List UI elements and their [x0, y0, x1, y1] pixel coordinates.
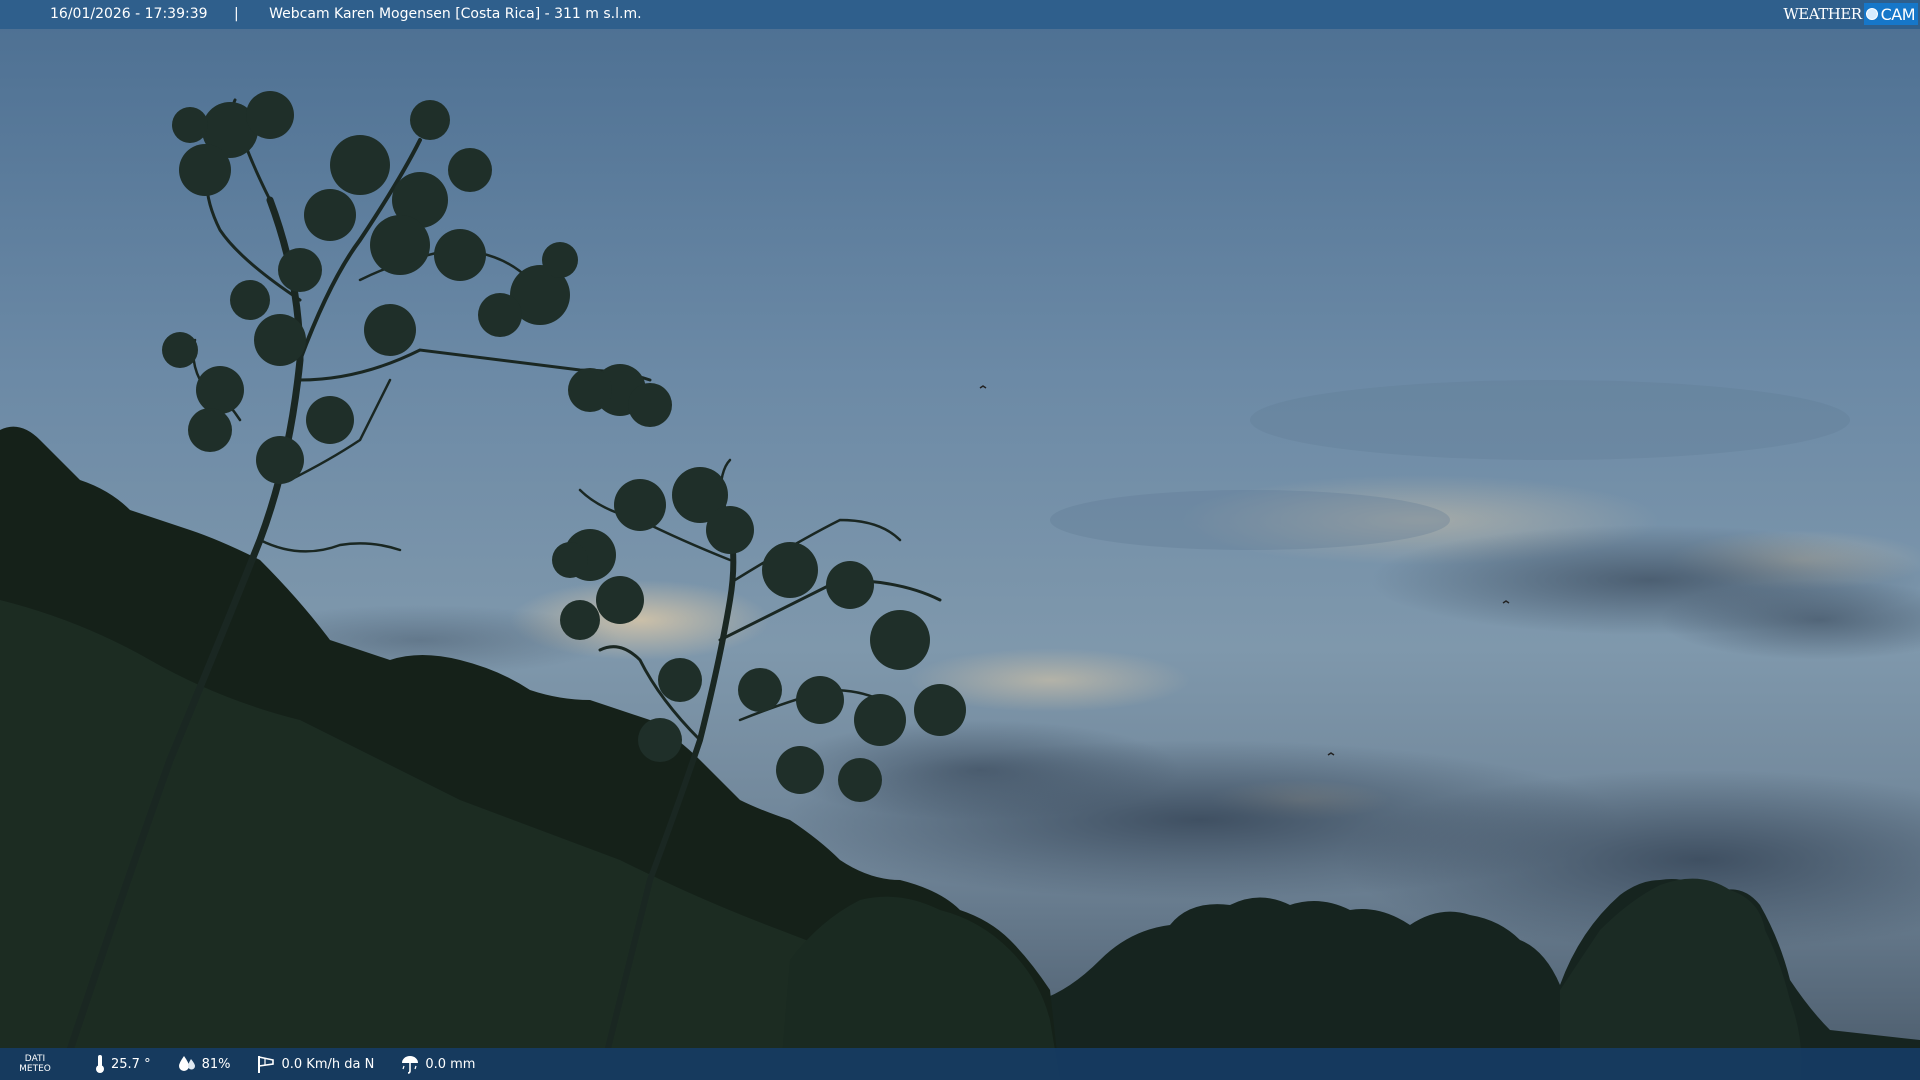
windsock-icon	[258, 1056, 275, 1073]
wind-value: 0.0 Km/h da N	[281, 1056, 375, 1072]
dati-label-line1: DATI	[24, 1054, 46, 1064]
logo-badge: CAM	[1863, 3, 1918, 25]
dati-meteo-label: DATI METEO	[18, 1054, 52, 1074]
rain-reading: 0.0 mm	[400, 1054, 475, 1074]
temperature-reading: 25.7 °	[94, 1054, 151, 1074]
separator: |	[233, 6, 239, 22]
weathercam-logo: WEATHER CAM	[1783, 3, 1918, 25]
temperature-value: 25.7 °	[111, 1056, 151, 1072]
webcam-image	[0, 0, 1920, 1080]
webcam-title: Webcam Karen Mogensen [Costa Rica] - 311…	[269, 6, 642, 22]
dati-label-line2: METEO	[19, 1064, 51, 1074]
wind-reading: 0.0 Km/h da N	[256, 1054, 374, 1074]
header-bar: 16/01/2026 - 17:39:39 | Webcam Karen Mog…	[0, 0, 1920, 29]
logo-text: WEATHER	[1783, 5, 1862, 23]
thermometer-icon	[96, 1055, 104, 1073]
rain-value: 0.0 mm	[425, 1056, 476, 1072]
weather-data-bar: DATI METEO 25.7 ° 81% 0.0 Km/h da N 0.0 …	[0, 1048, 1920, 1080]
rain-umbrella-icon	[402, 1056, 419, 1074]
humidity-value: 81%	[201, 1056, 231, 1072]
humidity-reading: 81%	[177, 1055, 231, 1073]
timestamp: 16/01/2026 - 17:39:39	[50, 6, 208, 22]
water-drops-icon	[178, 1056, 195, 1071]
logo-badge-text: CAM	[1880, 4, 1916, 24]
camera-lens-icon	[1865, 8, 1878, 20]
